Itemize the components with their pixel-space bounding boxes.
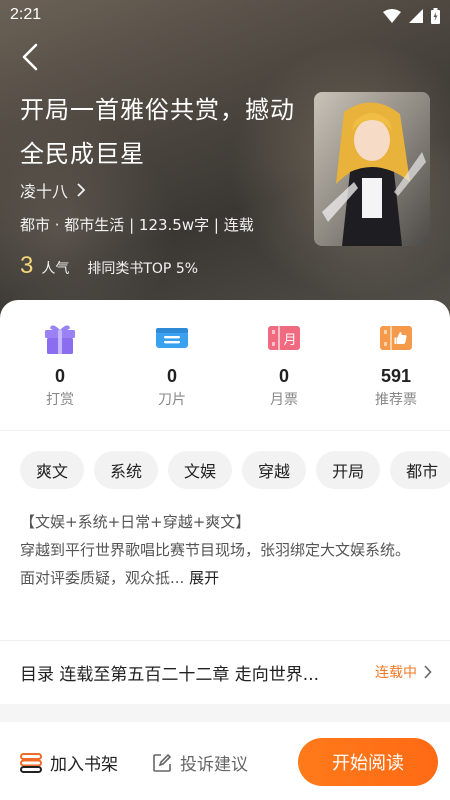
stat-recommend-ticket-value: 591 xyxy=(380,366,412,386)
popularity-value: 3 xyxy=(20,252,34,279)
signal-icon xyxy=(409,9,423,23)
gift-icon xyxy=(45,325,75,354)
add-to-shelf-label: 加入书架 xyxy=(50,755,118,775)
stat-blade-label: 刀片 xyxy=(158,392,186,408)
bookshelf-icon xyxy=(20,752,42,773)
blade-icon xyxy=(156,328,188,348)
stat-blade[interactable]: 0 刀片 xyxy=(116,318,228,418)
feedback-label: 投诉建议 xyxy=(180,755,248,775)
description-line: 面对评委质疑，观众抵... 展开 xyxy=(20,564,432,592)
serial-status: 连载中 xyxy=(375,662,432,682)
book-description: 【文娱+系统+日常+穿越+爽文】 穿越到平行世界歌唱比赛节目现场，张羽绑定大文娱… xyxy=(20,508,432,592)
tag-chip[interactable]: 都市 xyxy=(390,451,450,489)
stat-reward-value: 0 xyxy=(54,366,65,386)
stat-recommend-ticket[interactable]: 591 推荐票 xyxy=(340,318,450,418)
description-line: 穿越到平行世界歌唱比赛节目现场，张羽绑定大文娱系统。 xyxy=(20,541,411,559)
stat-monthly-ticket[interactable]: 月 0 月票 xyxy=(228,318,340,418)
tag-chip[interactable]: 爽文 xyxy=(20,451,85,489)
battery-icon xyxy=(431,8,440,24)
status-time: 2:21 xyxy=(10,6,42,23)
stat-reward[interactable]: 0 打赏 xyxy=(4,318,116,418)
wifi-icon xyxy=(383,9,401,23)
stat-monthly-ticket-value: 0 xyxy=(278,366,289,386)
tag-chip[interactable]: 系统 xyxy=(94,451,159,489)
toc-latest-chapter: 目录 连载至第五百二十二章 走向世界... xyxy=(20,664,320,685)
stat-blade-value: 0 xyxy=(166,366,177,386)
tag-chip[interactable]: 开局 xyxy=(316,451,381,489)
expand-button[interactable]: 展开 xyxy=(189,569,219,587)
book-cover[interactable] xyxy=(314,92,430,246)
rank-text: 排同类书TOP 5% xyxy=(87,261,199,277)
description-line: 【文娱+系统+日常+穿越+爽文】 xyxy=(20,513,251,531)
feedback-button[interactable]: 投诉建议 xyxy=(152,750,248,775)
serial-status-label: 连载中 xyxy=(375,665,417,681)
table-of-contents-row[interactable]: 目录 连载至第五百二十二章 走向世界... 连载中 xyxy=(20,652,432,692)
popularity-label: 人气 xyxy=(41,261,70,277)
divider xyxy=(0,430,450,431)
stat-recommend-ticket-label: 推荐票 xyxy=(375,392,417,408)
recommend-ticket-icon xyxy=(380,326,412,350)
stats-row: 0 打赏 0 刀片 月 0 月票 591 推荐票 xyxy=(0,318,450,418)
add-to-shelf-button[interactable]: 加入书架 xyxy=(20,750,118,775)
stat-monthly-ticket-label: 月票 xyxy=(270,392,298,408)
description-text: 面对评委质疑，观众抵... xyxy=(20,569,185,587)
chevron-left-icon xyxy=(22,43,38,71)
book-meta: 都市 · 都市生活 | 123.5w字 | 连载 xyxy=(20,216,254,234)
author-name: 凌十八 xyxy=(20,182,69,201)
bottom-action-bar: 加入书架 投诉建议 开始阅读 xyxy=(0,722,450,800)
stat-reward-label: 打赏 xyxy=(46,392,74,408)
chevron-right-icon xyxy=(77,183,86,197)
monthly-ticket-icon: 月 xyxy=(268,326,300,350)
back-button[interactable] xyxy=(14,40,46,74)
section-gap xyxy=(0,704,450,722)
book-title: 开局一首雅俗共赏，撼动全民成巨星 xyxy=(20,96,295,168)
cover-illustration xyxy=(314,92,430,246)
status-icons xyxy=(383,8,440,24)
edit-icon xyxy=(153,753,172,772)
status-bar: 2:21 xyxy=(0,0,450,32)
tag-chip[interactable]: 文娱 xyxy=(168,451,233,489)
svg-text:月: 月 xyxy=(283,333,296,348)
start-reading-button[interactable]: 开始阅读 xyxy=(298,738,438,786)
divider xyxy=(0,640,450,641)
chevron-right-icon xyxy=(424,665,432,679)
author-link[interactable]: 凌十八 xyxy=(20,178,86,202)
tag-list: 爽文 系统 文娱 穿越 开局 都市 xyxy=(20,451,450,489)
popularity-row: 3 人气 排同类书TOP 5% xyxy=(20,252,198,280)
tag-chip[interactable]: 穿越 xyxy=(242,451,307,489)
